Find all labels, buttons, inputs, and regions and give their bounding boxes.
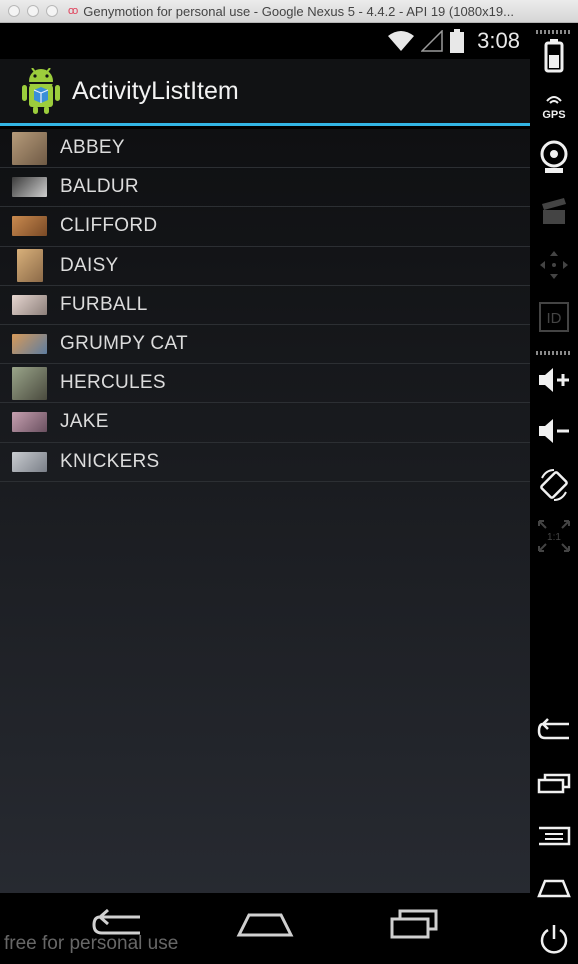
- status-bar: 3:08: [0, 23, 530, 59]
- item-label: KNICKERS: [60, 450, 160, 472]
- genymotion-logo-icon: oo: [68, 5, 78, 17]
- rotate-icon: [540, 469, 568, 501]
- window-title-text: Genymotion for personal use - Google Nex…: [83, 3, 514, 19]
- item-label: BALDUR: [60, 176, 139, 198]
- status-clock: 3:08: [477, 28, 520, 53]
- device-id-widget-button[interactable]: ID: [534, 297, 574, 337]
- list-item[interactable]: HERCULES: [0, 364, 530, 404]
- sidebar-divider: [536, 351, 572, 355]
- minimize-window-button[interactable]: [27, 5, 39, 17]
- thumbnail-image: [12, 294, 47, 315]
- thumbnail-image: [12, 131, 47, 165]
- item-label: FURBALL: [60, 293, 148, 315]
- sidebar-recents-button[interactable]: [534, 764, 574, 804]
- recents-icon: [537, 773, 571, 794]
- sidebar-menu-button[interactable]: [534, 816, 574, 856]
- zoom-window-button[interactable]: [46, 5, 58, 17]
- gps-icon: GPS: [542, 96, 566, 121]
- screencast-widget-button[interactable]: [534, 191, 574, 231]
- power-icon: [540, 925, 568, 954]
- item-thumbnail: [12, 131, 47, 165]
- item-label: CLIFFORD: [60, 215, 158, 237]
- item-thumbnail: [12, 366, 47, 400]
- home-icon: [537, 879, 571, 898]
- sidebar-back-button[interactable]: [534, 711, 574, 751]
- close-window-button[interactable]: [8, 5, 20, 17]
- list-item[interactable]: JAKE: [0, 403, 530, 443]
- item-list: ABBEY BALDUR CLIFFORD DAISY FURBALL GRUMPY CA…: [0, 129, 530, 482]
- pixel-perfect-icon: 1:1: [538, 520, 570, 552]
- action-bar: ActivityListItem: [0, 59, 530, 126]
- window-titlebar: oo Genymotion for personal use - Google …: [0, 0, 578, 23]
- thumbnail-image: [12, 451, 47, 472]
- webcam-widget-button[interactable]: [534, 137, 574, 177]
- webcam-icon: [540, 140, 568, 173]
- back-icon: [537, 718, 569, 740]
- item-thumbnail: [12, 445, 47, 478]
- window-controls: [8, 5, 58, 17]
- recents-icon[interactable]: [384, 905, 444, 945]
- menu-icon: [539, 826, 571, 846]
- list-item[interactable]: DAISY: [0, 247, 530, 286]
- device-id-label: ID: [547, 310, 562, 327]
- genymotion-sidebar: GPS ID 1:1: [530, 23, 578, 964]
- cell-signal-icon: [421, 30, 443, 52]
- pixel-perfect-button[interactable]: 1:1: [534, 516, 574, 556]
- item-thumbnail: [12, 171, 47, 204]
- pixel-perfect-label: 1:1: [547, 532, 561, 543]
- item-thumbnail: [12, 406, 47, 439]
- thumbnail-image: [12, 216, 47, 237]
- volume-down-button[interactable]: [534, 411, 574, 451]
- home-icon[interactable]: [235, 905, 295, 945]
- list-view: ABBEY BALDUR CLIFFORD DAISY FURBALL GRUMPY CA…: [0, 129, 530, 893]
- gps-label: GPS: [542, 109, 565, 121]
- item-label: GRUMPY CAT: [60, 333, 188, 355]
- list-item[interactable]: FURBALL: [0, 286, 530, 325]
- item-thumbnail: [12, 288, 47, 321]
- item-thumbnail: [12, 249, 47, 283]
- item-label: DAISY: [60, 254, 119, 276]
- volume-down-icon: [539, 419, 569, 443]
- list-item[interactable]: ABBEY: [0, 129, 530, 169]
- dpad-icon: [540, 251, 568, 279]
- thumbnail-image: [12, 334, 47, 355]
- screencast-icon: [542, 198, 566, 224]
- list-item[interactable]: KNICKERS: [0, 443, 530, 482]
- list-item[interactable]: GRUMPY CAT: [0, 325, 530, 365]
- item-label: HERCULES: [60, 372, 166, 394]
- sidebar-home-button[interactable]: [534, 868, 574, 908]
- battery-icon: [544, 39, 564, 73]
- item-thumbnail: [12, 328, 47, 361]
- thumbnail-image: [12, 366, 47, 400]
- android-app-icon: [22, 68, 60, 114]
- sidebar-power-button[interactable]: [534, 919, 574, 959]
- volume-up-icon: [539, 368, 569, 392]
- watermark-text: free for personal use: [4, 933, 179, 954]
- battery-icon: [450, 29, 465, 53]
- rotate-button[interactable]: [534, 465, 574, 505]
- window-title: oo Genymotion for personal use - Google …: [68, 4, 514, 19]
- wifi-icon: [388, 31, 415, 51]
- list-item[interactable]: CLIFFORD: [0, 207, 530, 247]
- item-label: JAKE: [60, 411, 109, 433]
- dpad-widget-button[interactable]: [534, 245, 574, 285]
- thumbnail-image: [12, 412, 47, 433]
- thumbnail-image: [12, 177, 47, 198]
- navigation-bar: free for personal use: [0, 893, 530, 964]
- item-thumbnail: [12, 210, 47, 243]
- battery-widget-button[interactable]: [534, 36, 574, 76]
- item-label: ABBEY: [60, 137, 125, 159]
- gps-widget-button[interactable]: GPS: [534, 86, 574, 126]
- thumbnail-image: [16, 249, 43, 283]
- volume-up-button[interactable]: [534, 360, 574, 400]
- list-item[interactable]: BALDUR: [0, 168, 530, 208]
- device-id-icon: ID: [539, 302, 569, 332]
- device-screen: 3:08 ActivityListItem ABBEY BALDUR CLIFFOR…: [0, 23, 530, 964]
- action-bar-title: ActivityListItem: [72, 76, 239, 105]
- sidebar-divider: [536, 30, 572, 34]
